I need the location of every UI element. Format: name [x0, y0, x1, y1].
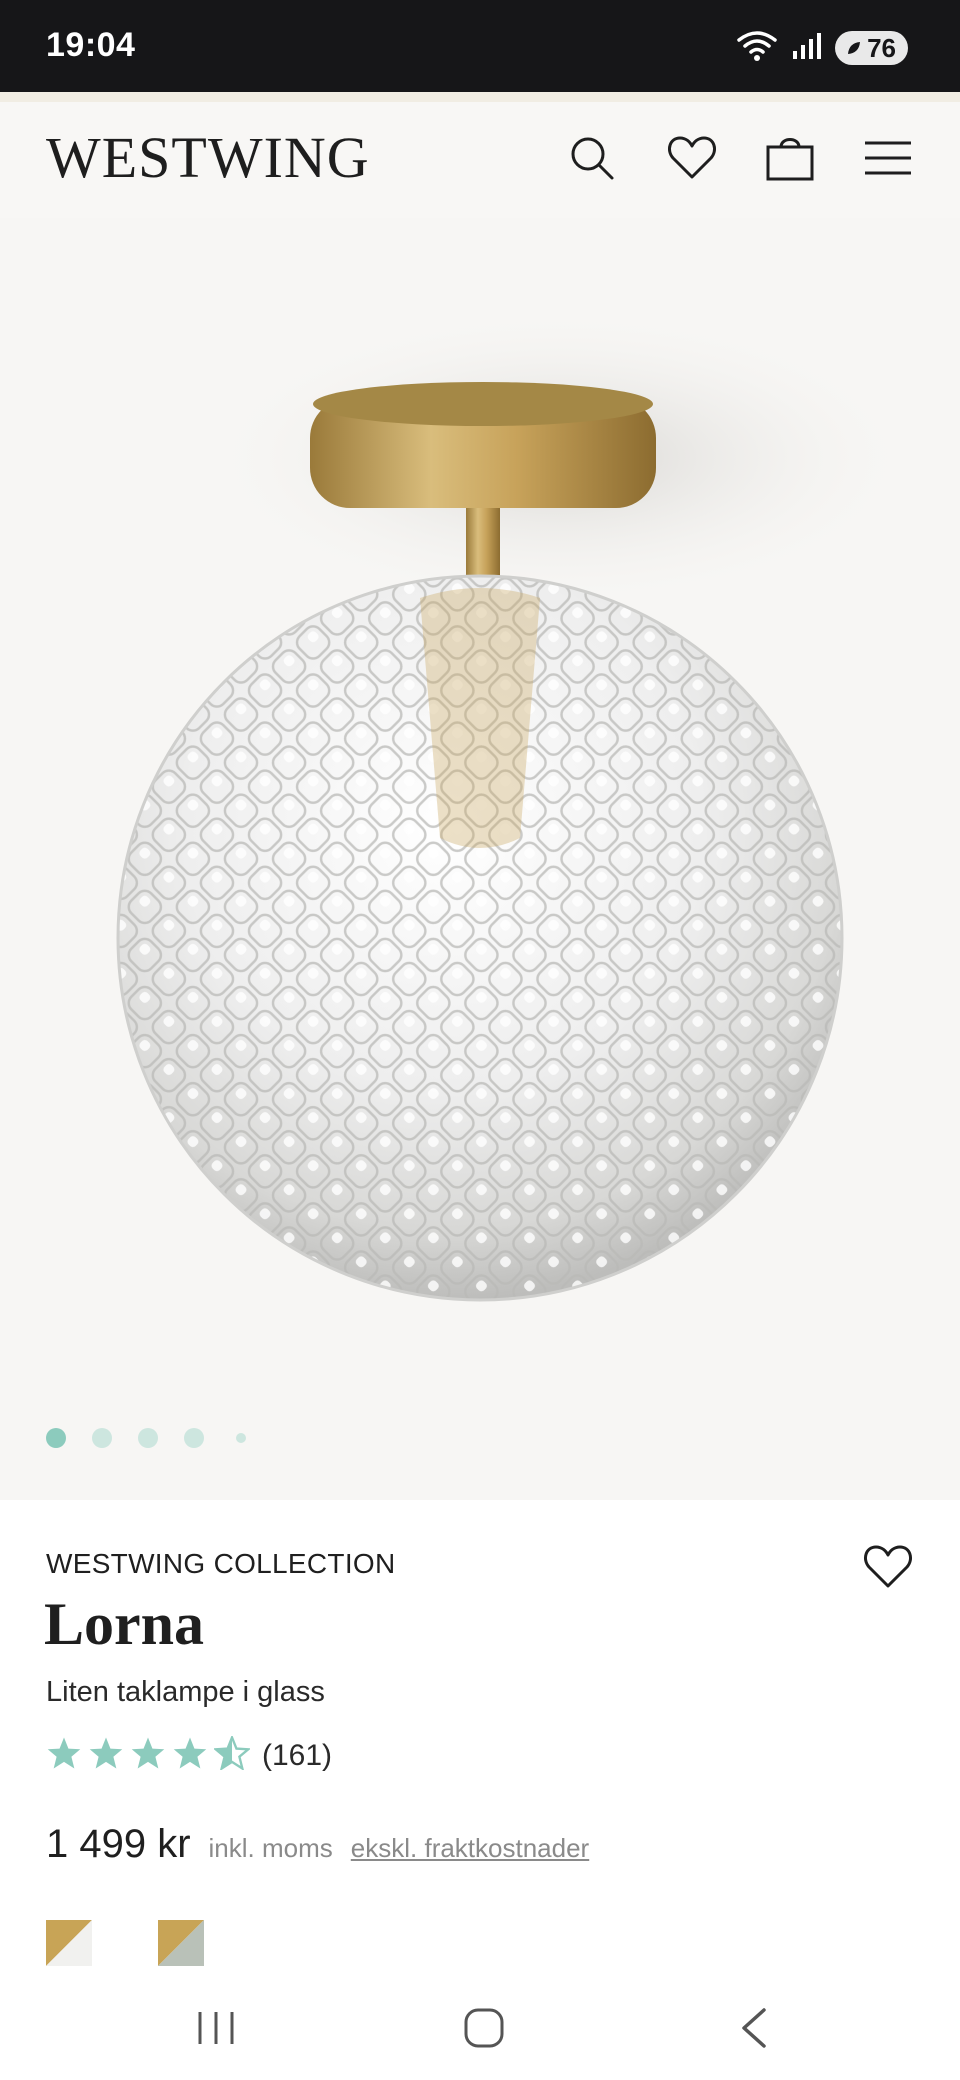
product-name: Lorna [44, 1591, 205, 1657]
product-image-carousel[interactable] [0, 218, 960, 1500]
rating-count[interactable]: (161) [262, 1739, 332, 1773]
signal-icon [791, 31, 822, 66]
header-accent-strip [0, 92, 960, 102]
carousel-dot-2[interactable] [92, 1428, 112, 1448]
system-navigation-bar [0, 1970, 960, 2080]
carousel-dot-4[interactable] [184, 1428, 204, 1448]
add-to-wishlist-heart-icon[interactable] [862, 1544, 918, 1596]
star-icon [88, 1736, 124, 1775]
star-icon [46, 1736, 82, 1775]
star-icon [172, 1736, 208, 1775]
product-brand[interactable]: WESTWING COLLECTION [46, 1548, 396, 1580]
vat-note: inkl. moms [208, 1833, 333, 1863]
top-navigation: WESTWING [0, 102, 960, 218]
battery-level: 76 [867, 32, 896, 63]
carousel-dot-3[interactable] [138, 1428, 158, 1448]
shopping-bag-icon[interactable] [764, 132, 816, 184]
carousel-dots[interactable] [46, 1428, 246, 1448]
star-icon [130, 1736, 166, 1775]
carousel-dot-1[interactable] [46, 1428, 66, 1448]
recent-apps-icon[interactable] [186, 1998, 246, 2058]
color-swatch-brass-grey[interactable] [158, 1920, 204, 1966]
shipping-costs-link[interactable]: ekskl. fraktkostnader [351, 1833, 589, 1864]
product-subtitle: Liten taklampe i glass [46, 1676, 325, 1708]
status-time: 19:04 [46, 26, 136, 64]
search-icon[interactable] [566, 132, 618, 184]
battery-indicator: 76 [835, 31, 908, 65]
product-info: WESTWING COLLECTION Lorna Liten taklampe… [0, 1500, 960, 1970]
product-rating[interactable]: (161) [46, 1734, 332, 1775]
product-price: 1 499 kr [46, 1822, 191, 1866]
status-icons: 76 [737, 28, 908, 68]
wifi-icon [737, 30, 777, 67]
color-swatches [46, 1920, 204, 1966]
westwing-logo[interactable]: WESTWING [46, 124, 370, 191]
back-icon[interactable] [724, 1998, 784, 2058]
half-star-icon [212, 1734, 252, 1775]
status-bar: 19:04 76 [0, 0, 960, 92]
price-row: 1 499 kr inkl. moms ekskl. fraktkostnade… [46, 1822, 589, 1867]
wishlist-heart-icon[interactable] [666, 132, 718, 184]
battery-saver-icon [845, 33, 863, 64]
home-icon[interactable] [454, 1998, 514, 2058]
carousel-dot-5[interactable] [236, 1433, 246, 1443]
product-image [116, 308, 920, 1302]
menu-hamburger-icon[interactable] [862, 132, 914, 184]
color-swatch-brass-clear[interactable] [46, 1920, 92, 1966]
